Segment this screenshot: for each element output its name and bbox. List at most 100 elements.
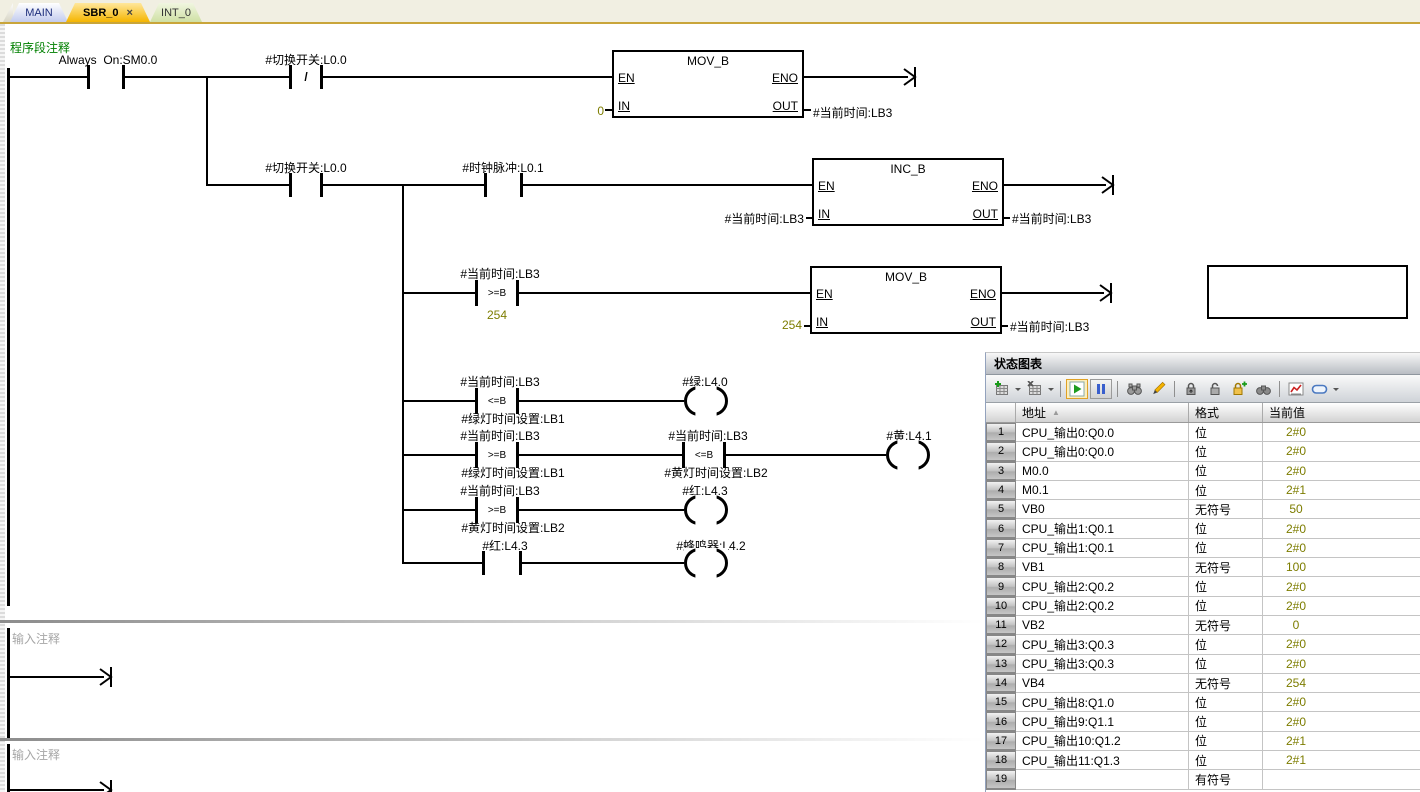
- mov-b-block-1[interactable]: MOV_B EN ENO IN OUT: [612, 50, 804, 118]
- current-value-cell[interactable]: 2#0: [1263, 655, 1420, 674]
- current-value-cell[interactable]: 2#1: [1263, 732, 1420, 751]
- current-value-cell[interactable]: 2#0: [1263, 597, 1420, 616]
- current-value-cell[interactable]: 2#0: [1263, 539, 1420, 558]
- coil-yellow[interactable]: [886, 440, 930, 470]
- chart-status-on-button[interactable]: [1066, 379, 1088, 399]
- address-cell[interactable]: CPU_输出3:Q0.3: [1016, 635, 1189, 654]
- address-cell[interactable]: M0.0: [1016, 462, 1189, 481]
- address-cell[interactable]: CPU_输出0:Q0.0: [1016, 423, 1189, 442]
- row-number-button[interactable]: 19: [986, 770, 1016, 789]
- current-value-cell[interactable]: 2#0: [1263, 635, 1420, 654]
- row-number-button[interactable]: 11: [986, 616, 1016, 635]
- row-number-button[interactable]: 2: [986, 442, 1016, 461]
- format-cell[interactable]: 位: [1189, 481, 1263, 500]
- format-cell[interactable]: 无符号: [1189, 500, 1263, 519]
- address-cell[interactable]: CPU_输出2:Q0.2: [1016, 597, 1189, 616]
- address-cell[interactable]: M0.1: [1016, 481, 1189, 500]
- close-tab-icon[interactable]: ×: [127, 7, 133, 19]
- no-contact-clock-pulse[interactable]: [484, 173, 523, 197]
- block-input-operand[interactable]: 254: [756, 318, 802, 332]
- write-all-button[interactable]: [1147, 379, 1169, 399]
- format-cell[interactable]: 位: [1189, 751, 1263, 770]
- address-cell[interactable]: [1016, 770, 1189, 789]
- current-value-cell[interactable]: 2#0: [1263, 577, 1420, 596]
- format-cell[interactable]: 位: [1189, 519, 1263, 538]
- row-number-button[interactable]: 7: [986, 539, 1016, 558]
- tab-sbr0[interactable]: SBR_0×: [66, 3, 150, 22]
- format-cell[interactable]: 位: [1189, 462, 1263, 481]
- row-number-button[interactable]: 9: [986, 577, 1016, 596]
- row-number-button[interactable]: 18: [986, 751, 1016, 770]
- address-cell[interactable]: CPU_输出9:Q1.1: [1016, 712, 1189, 731]
- row-number-button[interactable]: 10: [986, 597, 1016, 616]
- force-button[interactable]: [1180, 379, 1202, 399]
- current-value-cell[interactable]: 0: [1263, 616, 1420, 635]
- row-number-button[interactable]: 12: [986, 635, 1016, 654]
- format-cell[interactable]: 位: [1189, 539, 1263, 558]
- coil-red[interactable]: [684, 495, 728, 525]
- current-value-cell[interactable]: 2#0: [1263, 462, 1420, 481]
- no-contact-toggle-switch[interactable]: [289, 173, 323, 197]
- coil-buzzer[interactable]: [684, 548, 728, 578]
- current-value-cell[interactable]: 2#1: [1263, 481, 1420, 500]
- format-cell[interactable]: 位: [1189, 635, 1263, 654]
- row-number-button[interactable]: 16: [986, 712, 1016, 731]
- block-output-operand[interactable]: #当前时间:LB3: [1010, 318, 1089, 335]
- current-value-cell[interactable]: 2#0: [1263, 693, 1420, 712]
- block-output-operand[interactable]: #当前时间:LB3: [813, 104, 892, 121]
- block-output-operand[interactable]: #当前时间:LB3: [1012, 210, 1091, 227]
- address-cell[interactable]: VB4: [1016, 674, 1189, 693]
- row-number-button[interactable]: 15: [986, 693, 1016, 712]
- current-value-cell[interactable]: 2#0: [1263, 442, 1420, 461]
- address-cell[interactable]: CPU_输出1:Q0.1: [1016, 519, 1189, 538]
- row-number-button[interactable]: 1: [986, 423, 1016, 442]
- address-cell[interactable]: CPU_输出11:Q1.3: [1016, 751, 1189, 770]
- no-contact-red[interactable]: [482, 551, 522, 575]
- read-forced-button[interactable]: [1252, 379, 1274, 399]
- format-cell[interactable]: 有符号: [1189, 770, 1263, 789]
- pause-chart-button[interactable]: [1090, 379, 1112, 399]
- current-value-cell[interactable]: 50: [1263, 500, 1420, 519]
- dropdown-caret-icon[interactable]: [1048, 388, 1054, 394]
- current-value-cell[interactable]: 2#0: [1263, 519, 1420, 538]
- compare-contact-ge[interactable]: >=B: [475, 442, 519, 468]
- mov-b-block-2[interactable]: MOV_B EN ENO IN OUT: [810, 266, 1002, 334]
- compare-contact-le[interactable]: <=B: [682, 442, 726, 468]
- address-cell[interactable]: CPU_输出2:Q0.2: [1016, 577, 1189, 596]
- dropdown-caret-icon[interactable]: [1333, 388, 1339, 394]
- row-number-button[interactable]: 17: [986, 732, 1016, 751]
- insert-row-button[interactable]: [991, 379, 1013, 399]
- coil-green[interactable]: [684, 386, 728, 416]
- value-column-header[interactable]: 当前值: [1263, 403, 1420, 422]
- address-cell[interactable]: CPU_输出3:Q0.3: [1016, 655, 1189, 674]
- delete-row-button[interactable]: [1024, 379, 1046, 399]
- address-cell[interactable]: VB2: [1016, 616, 1189, 635]
- format-cell[interactable]: 无符号: [1189, 558, 1263, 577]
- trend-view-button[interactable]: [1285, 379, 1307, 399]
- format-cell[interactable]: 位: [1189, 442, 1263, 461]
- current-value-cell[interactable]: 100: [1263, 558, 1420, 577]
- row-number-button[interactable]: 8: [986, 558, 1016, 577]
- selection-box[interactable]: [1207, 265, 1408, 319]
- row-number-button[interactable]: 3: [986, 462, 1016, 481]
- row-number-button[interactable]: 14: [986, 674, 1016, 693]
- current-value-cell[interactable]: 254: [1263, 674, 1420, 693]
- block-input-operand[interactable]: 0: [560, 104, 604, 118]
- compare-contact-le[interactable]: <=B: [475, 388, 519, 414]
- corner-header-cell[interactable]: [986, 403, 1016, 422]
- current-value-cell[interactable]: 2#1: [1263, 751, 1420, 770]
- tab-main[interactable]: MAIN: [10, 3, 68, 22]
- compare-contact-ge[interactable]: >=B: [475, 497, 519, 523]
- address-cell[interactable]: VB0: [1016, 500, 1189, 519]
- unforce-button[interactable]: [1204, 379, 1226, 399]
- address-cell[interactable]: CPU_输出1:Q0.1: [1016, 539, 1189, 558]
- format-cell[interactable]: 位: [1189, 577, 1263, 596]
- address-cell[interactable]: VB1: [1016, 558, 1189, 577]
- compare-contact-ge[interactable]: >=B: [475, 280, 519, 306]
- network-comment-placeholder[interactable]: 输入注释: [12, 630, 60, 647]
- format-cell[interactable]: 位: [1189, 732, 1263, 751]
- nc-contact-toggle-switch[interactable]: /: [289, 65, 323, 89]
- format-column-header[interactable]: 格式: [1189, 403, 1263, 422]
- format-cell[interactable]: 位: [1189, 655, 1263, 674]
- row-number-button[interactable]: 5: [986, 500, 1016, 519]
